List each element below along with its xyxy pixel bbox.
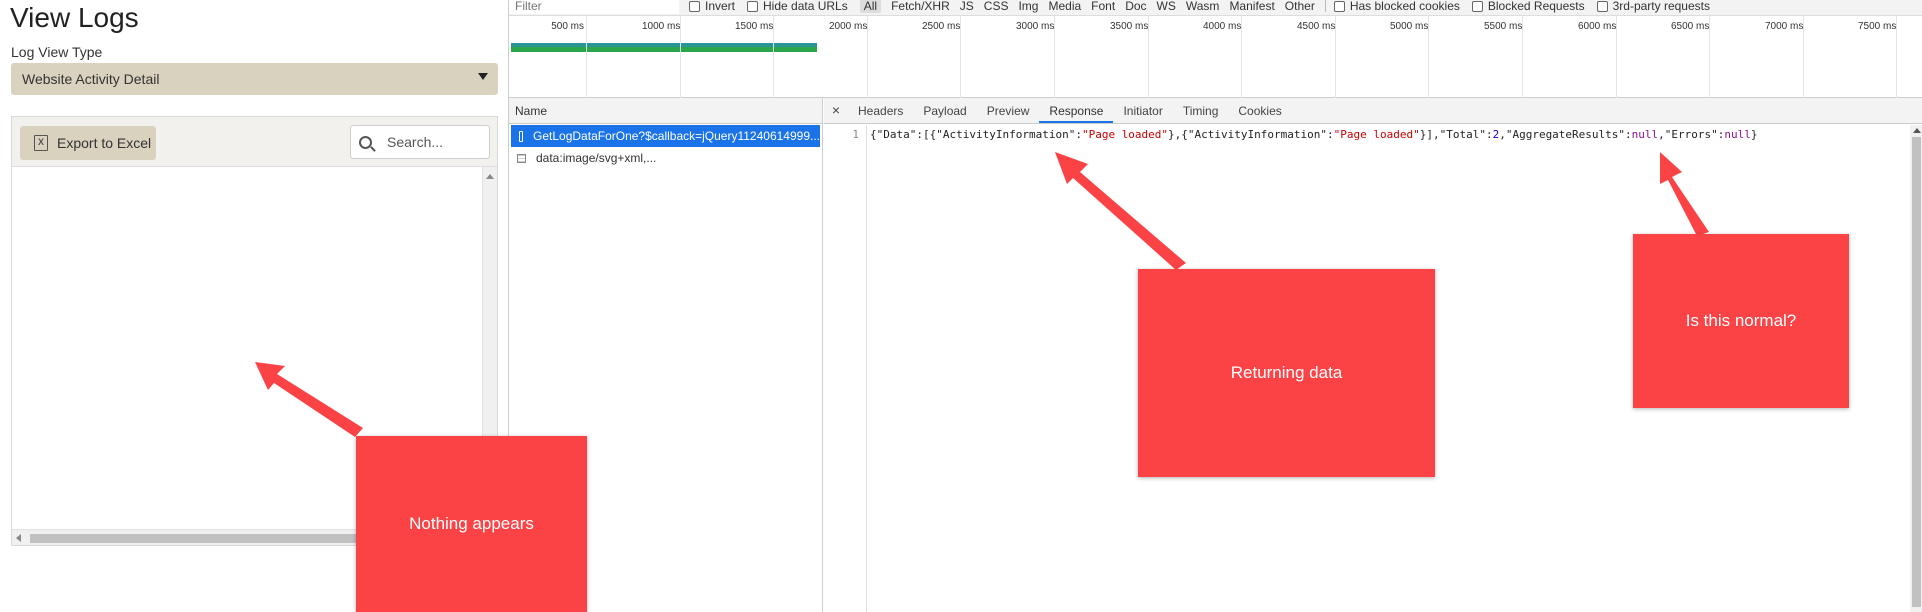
scroll-up-icon[interactable]	[486, 174, 494, 179]
request-name: data:image/svg+xml,...	[536, 151, 657, 165]
filter-options: Invert Hide data URLs All Fetch/XHR JS CSS I…	[689, 0, 1722, 14]
request-row-getlogdata[interactable]: GetLogDataForOne?$callback=jQuery1124061…	[511, 125, 820, 147]
search-icon	[359, 135, 372, 149]
timeline-gridline	[586, 16, 587, 98]
tab-initiator[interactable]: Initiator	[1113, 104, 1172, 123]
timeline-gridline	[680, 16, 681, 98]
grid-toolbar: X Export to Excel	[12, 117, 497, 167]
type-filter-js[interactable]: JS	[960, 0, 974, 13]
timeline-tick-label: 1000 ms	[642, 21, 681, 32]
type-filter-media[interactable]: Media	[1048, 0, 1081, 13]
tab-headers[interactable]: Headers	[848, 104, 913, 123]
image-icon	[517, 153, 526, 163]
timeline-tick-label: 6000 ms	[1578, 21, 1617, 32]
timeline-gridline	[1522, 16, 1523, 98]
timeline-gridline	[1616, 16, 1617, 98]
callout-returning-data: Returning data	[1138, 269, 1435, 477]
search-input[interactable]	[387, 134, 482, 150]
checkbox-3rd-party-requests[interactable]: 3rd-party requests	[1596, 0, 1710, 13]
close-icon[interactable]: ×	[824, 102, 848, 123]
timeline-tick-label: 6500 ms	[1671, 21, 1710, 32]
type-filter-wasm[interactable]: Wasm	[1186, 0, 1220, 13]
tab-preview[interactable]: Preview	[977, 104, 1040, 123]
timeline-tick-label: 4500 ms	[1297, 21, 1336, 32]
scroll-thumb[interactable]	[1912, 137, 1921, 607]
timeline-gridline	[1054, 16, 1055, 98]
grid-search[interactable]	[350, 125, 490, 159]
excel-icon: X	[34, 135, 48, 151]
detail-tabs: × Headers Payload Preview Response Initiator…	[824, 98, 1922, 124]
timeline-gridline	[1803, 16, 1804, 98]
tab-timing[interactable]: Timing	[1173, 104, 1229, 123]
timeline-tick-label: 7500 ms	[1858, 21, 1897, 32]
caret-down-icon	[478, 73, 488, 80]
timeline-tick-label: 5500 ms	[1484, 21, 1523, 32]
type-filter-other[interactable]: Other	[1285, 0, 1315, 13]
timeline-tick-label: 2500 ms	[922, 21, 961, 32]
timeline-gridline	[1896, 16, 1897, 98]
type-filter-manifest[interactable]: Manifest	[1229, 0, 1274, 13]
scroll-up-icon[interactable]	[1913, 128, 1921, 133]
timeline-tick-label: 3500 ms	[1110, 21, 1149, 32]
export-label: Export to Excel	[57, 135, 152, 151]
timeline-tick-label: 1500 ms	[735, 21, 774, 32]
timeline-tick-label: 2000 ms	[829, 21, 868, 32]
scroll-thumb[interactable]	[30, 534, 370, 543]
log-view-type-dropdown[interactable]: Website Activity Detail	[11, 63, 498, 95]
name-column-header[interactable]: Name	[509, 98, 822, 124]
response-scrollbar[interactable]	[1910, 125, 1922, 612]
line-gutter: 1	[824, 125, 867, 612]
type-filter-fetch-xhr[interactable]: Fetch/XHR	[891, 0, 950, 13]
hide-data-urls-checkbox[interactable]: Hide data URLs	[747, 0, 848, 13]
callout-nothing-appears: Nothing appears	[356, 436, 587, 612]
type-filter-font[interactable]: Font	[1091, 0, 1115, 13]
timeline-tick-label: 3000 ms	[1016, 21, 1055, 32]
filter-separator	[1324, 0, 1326, 12]
request-name: GetLogDataForOne?$callback=jQuery1124061…	[533, 129, 820, 143]
document-icon	[519, 130, 524, 142]
page-title: View Logs	[10, 2, 139, 33]
invert-checkbox[interactable]: Invert	[689, 0, 735, 13]
network-filter-bar: Invert Hide data URLs All Fetch/XHR JS CSS I…	[509, 0, 1922, 16]
timeline-gridline	[1335, 16, 1336, 98]
type-filter-all[interactable]: All	[859, 0, 882, 13]
type-filter-css[interactable]: CSS	[984, 0, 1009, 13]
log-view-type-label: Log View Type	[11, 44, 103, 60]
timeline-gridline	[1148, 16, 1149, 98]
request-waterfall-bar	[511, 43, 817, 52]
timeline-tick-label: 5000 ms	[1390, 21, 1429, 32]
checkbox-has-blocked-cookies[interactable]: Has blocked cookies	[1333, 0, 1460, 13]
line-number: 1	[852, 128, 859, 141]
log-view-type-value: Website Activity Detail	[22, 71, 160, 87]
checkbox-blocked-requests[interactable]: Blocked Requests	[1471, 0, 1585, 13]
timeline-tick-label: 4000 ms	[1203, 21, 1242, 32]
timeline-tick-label: 7000 ms	[1765, 21, 1804, 32]
timeline-gridline	[773, 16, 774, 98]
timeline-gridline	[1241, 16, 1242, 98]
tab-cookies[interactable]: Cookies	[1228, 104, 1291, 123]
request-row-svg[interactable]: data:image/svg+xml,...	[509, 147, 822, 169]
export-to-excel-button[interactable]: X Export to Excel	[20, 126, 156, 160]
type-filter-doc[interactable]: Doc	[1125, 0, 1146, 13]
tab-response[interactable]: Response	[1039, 104, 1114, 123]
timeline-gridline	[960, 16, 961, 98]
timeline-gridline	[1709, 16, 1710, 98]
response-body[interactable]: {"Data":[{"ActivityInformation":"Page lo…	[870, 128, 1758, 141]
scroll-left-icon[interactable]	[16, 534, 21, 542]
timeline-gridline	[1428, 16, 1429, 98]
type-filter-img[interactable]: Img	[1018, 0, 1038, 13]
tab-payload[interactable]: Payload	[913, 104, 976, 123]
timeline-gridline	[867, 16, 868, 98]
callout-is-this-normal: Is this normal?	[1633, 234, 1849, 408]
timeline-tick-label: 500 ms	[551, 21, 584, 32]
filter-input[interactable]	[509, 0, 679, 14]
network-timeline: 500 ms 1000 ms 1500 ms 2000 ms 2500 ms 3000 m…	[509, 16, 1922, 98]
type-filter-ws[interactable]: WS	[1157, 0, 1176, 13]
